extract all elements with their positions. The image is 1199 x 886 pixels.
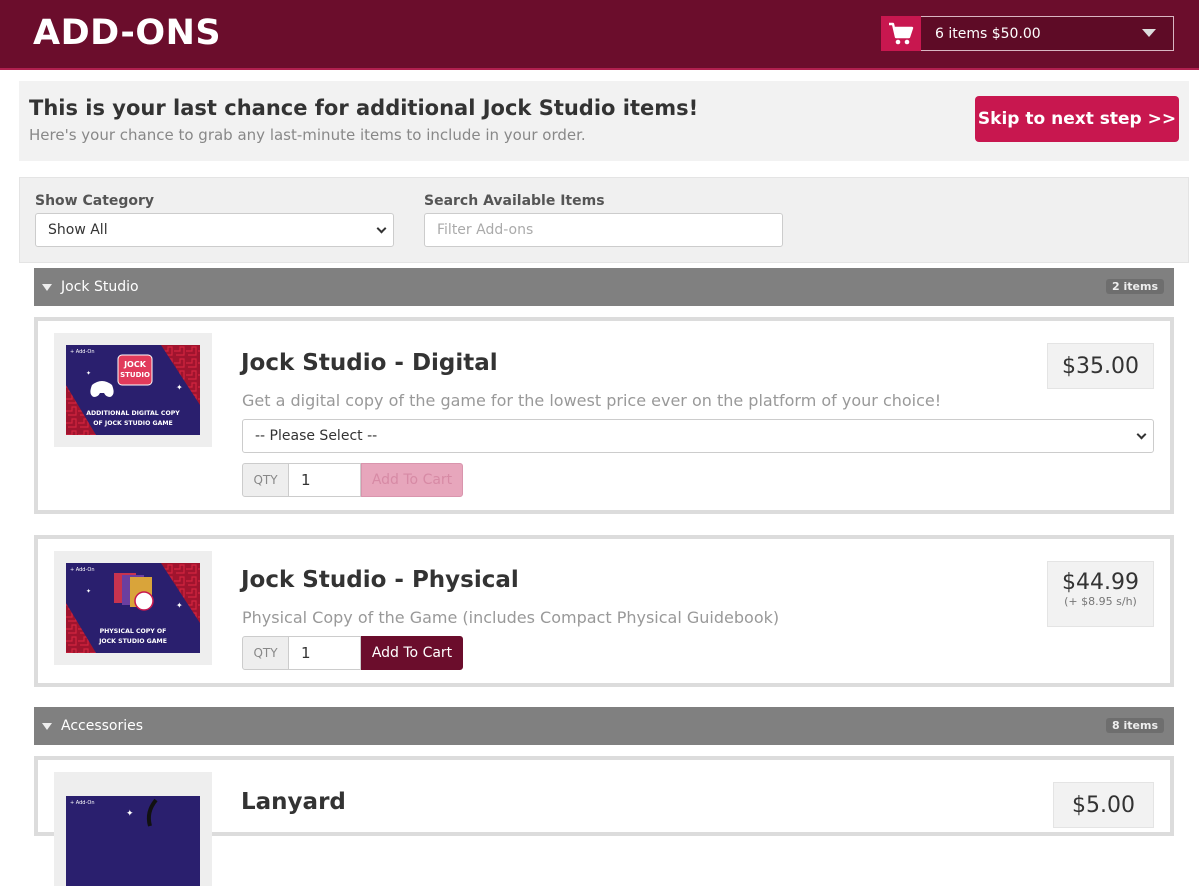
thumb-caption-line2: OF JOCK STUDIO GAME <box>93 420 173 427</box>
svg-text:✦: ✦ <box>86 370 91 377</box>
category-header-jock-studio[interactable]: Jock Studio 2 items <box>34 268 1174 306</box>
thumb-caption-line1: ADDITIONAL DIGITAL COPY <box>86 410 180 417</box>
search-label: Search Available Items <box>424 193 605 209</box>
thumb-tag: + Add-On <box>70 349 95 355</box>
page-header: ADD-ONS 6 items $50.00 <box>0 0 1199 70</box>
qty-label: QTY <box>242 636 289 670</box>
product-price: $5.00 <box>1072 793 1135 818</box>
intro-banner: This is your last chance for additional … <box>19 81 1189 161</box>
product-image-physical: + Add-On ✦ ✦ PHYSICAL COPY OF JOCK STUDI… <box>54 551 212 665</box>
category-count-badge: 2 items <box>1106 279 1164 294</box>
filter-panel: Show Category Show All Search Available … <box>19 177 1189 263</box>
price-box: $5.00 <box>1053 782 1154 828</box>
add-to-cart-button[interactable]: Add To Cart <box>361 636 463 670</box>
shopping-cart-icon[interactable] <box>881 16 921 51</box>
product-card-physical: + Add-On ✦ ✦ PHYSICAL COPY OF JOCK STUDI… <box>34 535 1174 687</box>
product-description: Get a digital copy of the game for the l… <box>242 391 942 410</box>
cart-dropdown[interactable]: 6 items $50.00 <box>881 16 1174 51</box>
quantity-row: QTY 1 Add To Cart <box>242 636 463 670</box>
thumb-logo-line1: JOCK <box>123 360 147 369</box>
intro-subtext: Here's your chance to grab any last-minu… <box>29 126 586 144</box>
category-select[interactable]: Show All <box>35 213 394 247</box>
collapse-triangle-icon <box>42 283 52 291</box>
product-card-lanyard: + Add-On ✦ Lanyard $5.00 <box>34 756 1174 886</box>
chevron-down-icon <box>376 223 387 234</box>
qty-input[interactable]: 1 <box>289 636 361 670</box>
product-description: Physical Copy of the Game (includes Comp… <box>242 608 780 627</box>
qty-input[interactable]: 1 <box>289 463 361 497</box>
cart-summary[interactable]: 6 items $50.00 <box>921 16 1174 51</box>
product-image-lanyard: + Add-On ✦ <box>54 772 212 886</box>
category-header-accessories[interactable]: Accessories 8 items <box>34 707 1174 745</box>
product-image-digital: + Add-On JOCK STUDIO ✦ ✦ ADDITIONAL DIGI… <box>54 333 212 447</box>
chevron-down-icon <box>1136 429 1147 440</box>
category-filter-label: Show Category <box>35 193 155 209</box>
page-title: ADD-ONS <box>33 13 222 53</box>
svg-text:✦: ✦ <box>126 809 134 819</box>
svg-text:✦: ✦ <box>176 383 183 392</box>
skip-to-next-step-button[interactable]: Skip to next step >> <box>975 96 1179 142</box>
product-title: Jock Studio - Digital <box>241 350 498 376</box>
shipping-cost: (+ $8.95 s/h) <box>1064 595 1137 608</box>
thumb-tag: + Add-On <box>70 567 95 573</box>
thumb-caption-line1: PHYSICAL COPY OF <box>100 628 167 635</box>
product-title: Jock Studio - Physical <box>241 567 519 593</box>
category-name: Jock Studio <box>61 279 139 295</box>
intro-heading: This is your last chance for additional … <box>29 96 699 120</box>
product-title: Lanyard <box>241 789 346 815</box>
price-box: $35.00 <box>1047 343 1154 389</box>
quantity-row: QTY 1 Add To Cart <box>242 463 463 497</box>
platform-select-value: -- Please Select -- <box>255 428 378 444</box>
qty-label: QTY <box>242 463 289 497</box>
chevron-down-icon[interactable] <box>1142 29 1156 37</box>
thumb-tag: + Add-On <box>70 800 95 806</box>
product-card-digital: + Add-On JOCK STUDIO ✦ ✦ ADDITIONAL DIGI… <box>34 317 1174 514</box>
cart-summary-text: 6 items $50.00 <box>935 25 1041 42</box>
add-to-cart-button[interactable]: Add To Cart <box>361 463 463 497</box>
thumb-caption-line2: JOCK STUDIO GAME <box>98 638 167 645</box>
collapse-triangle-icon <box>42 722 52 730</box>
svg-text:✦: ✦ <box>86 588 91 595</box>
platform-select[interactable]: -- Please Select -- <box>242 419 1154 453</box>
search-input[interactable] <box>424 213 783 247</box>
product-price: $44.99 <box>1062 570 1139 595</box>
category-select-value: Show All <box>48 222 108 238</box>
thumb-logo-line2: STUDIO <box>120 371 150 379</box>
price-box: $44.99 (+ $8.95 s/h) <box>1047 561 1154 627</box>
category-name: Accessories <box>61 718 144 734</box>
category-count-badge: 8 items <box>1106 718 1164 733</box>
svg-text:✦: ✦ <box>176 601 183 610</box>
product-price: $35.00 <box>1062 354 1139 379</box>
